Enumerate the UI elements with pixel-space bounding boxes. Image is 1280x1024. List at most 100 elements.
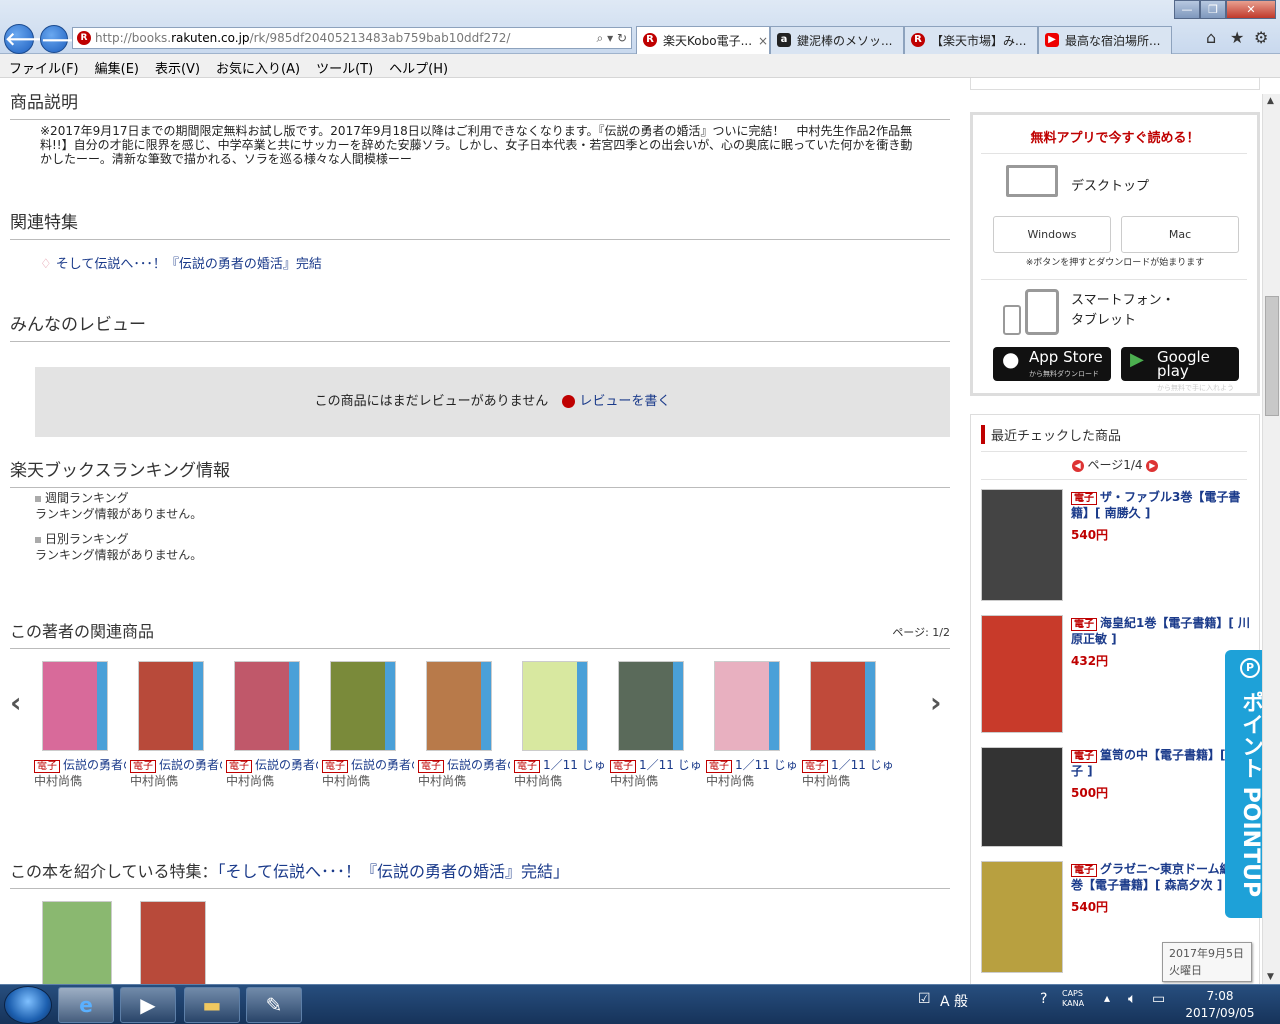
tray-app-icon[interactable]: ☑: [918, 991, 931, 1007]
close-window-button[interactable]: ✕: [1226, 0, 1276, 19]
help-icon[interactable]: ?: [1040, 991, 1047, 1007]
tray-expand-icon[interactable]: ▴: [1104, 991, 1110, 1005]
notepad-taskbar-button[interactable]: ✎: [246, 987, 302, 1023]
book-title-link[interactable]: 伝説の勇者の婚活 2: [351, 758, 414, 772]
address-bar[interactable]: R http://books.rakuten.co.jp/rk/985df204…: [72, 27, 632, 49]
settings-icon[interactable]: ⚙: [1254, 28, 1268, 47]
menu-tools[interactable]: ツール(T): [307, 54, 380, 77]
book-cover[interactable]: [330, 661, 396, 751]
tab-youtube[interactable]: ▶ 最高な宿泊場所...: [1038, 26, 1172, 54]
menu-help[interactable]: ヘルプ(H): [380, 54, 455, 77]
recent-next-icon[interactable]: ▶: [1146, 459, 1159, 472]
explorer-taskbar-button[interactable]: ▬: [184, 987, 240, 1023]
book-author[interactable]: 中村尚儁: [226, 774, 274, 788]
google-play-button[interactable]: ▶ Google play から無料で手に入れよう: [1121, 347, 1239, 392]
ebook-badge: 電子: [130, 760, 156, 773]
tab-rakuten-kobo[interactable]: R 楽天Kobo電子... ×: [636, 26, 770, 54]
book-cover[interactable]: [234, 661, 300, 751]
book-author[interactable]: 中村尚儁: [610, 774, 658, 788]
browser-chrome: 🡐 🡒 R http://books.rakuten.co.jp/rk/985d…: [0, 0, 1280, 54]
menu-edit[interactable]: 編集(E): [86, 54, 146, 77]
ebook-badge: 電子: [34, 760, 60, 773]
book-title-link[interactable]: 1／11 じゅういちぶ…: [639, 758, 702, 772]
ie-taskbar-button[interactable]: e: [58, 987, 114, 1023]
back-button[interactable]: 🡐: [4, 24, 53, 54]
book-card[interactable]: 電子1／11 じゅういちぶ… 中村尚儁: [610, 661, 702, 789]
menu-view[interactable]: 表示(V): [146, 54, 207, 77]
tab-amazon[interactable]: a 鍵泥棒のメソッ...: [770, 26, 904, 54]
book-title-link[interactable]: 伝説の勇者の婚活 4: [63, 758, 126, 772]
home-icon[interactable]: ⌂: [1206, 28, 1216, 47]
recent-prev-icon[interactable]: ◀: [1071, 459, 1084, 472]
forward-button[interactable]: 🡒: [40, 25, 89, 53]
book-author[interactable]: 中村尚儁: [418, 774, 466, 788]
menu-favorites[interactable]: お気に入り(A): [207, 54, 307, 77]
system-clock[interactable]: 7:08 2017/09/05: [1180, 988, 1260, 1022]
book-cover[interactable]: [618, 661, 684, 751]
start-button[interactable]: [4, 986, 52, 1024]
feature-book-cover[interactable]: [140, 901, 206, 984]
tab-close-icon[interactable]: ×: [758, 34, 768, 48]
write-review-link[interactable]: レビューを書く: [579, 394, 670, 409]
book-card[interactable]: 電子伝説の勇者の婚活 1 中村尚儁: [418, 661, 510, 789]
tab-rakuten-ichiba[interactable]: R 【楽天市場】み...: [904, 26, 1038, 54]
feature-books-link[interactable]: 「そして伝説へ･･･！『伝説の勇者の婚活』完結」: [218, 862, 570, 881]
minimize-button[interactable]: —: [1174, 0, 1200, 19]
app-store-button[interactable]: ● App Store から無料ダウンロード: [993, 347, 1111, 381]
book-cover[interactable]: [426, 661, 492, 751]
maximize-button[interactable]: ❐: [1200, 0, 1226, 19]
book-card[interactable]: 電子伝説の勇者の婚活【… 中村尚儁: [130, 661, 222, 789]
book-cover[interactable]: [810, 661, 876, 751]
book-card[interactable]: 電子1／11 じゅういちぶ… 中村尚儁: [514, 661, 606, 789]
feature-book-cover[interactable]: [42, 901, 112, 984]
scroll-up-icon[interactable]: ▲: [1267, 96, 1274, 106]
book-card[interactable]: 電子伝説の勇者の婚活 4 中村尚儁: [34, 661, 126, 789]
book-author[interactable]: 中村尚儁: [34, 774, 82, 788]
recent-item-cover[interactable]: [981, 489, 1063, 601]
media-player-icon: ▶: [140, 993, 156, 1017]
youtube-icon: ▶: [1045, 33, 1059, 47]
book-cover[interactable]: [138, 661, 204, 751]
review-box: この商品にはまだレビューがありません レビューを書く: [35, 367, 950, 437]
kana-label: KANA: [1062, 999, 1085, 1008]
volume-icon[interactable]: 🔈︎: [1128, 991, 1136, 1007]
scroll-down-icon[interactable]: ▼: [1267, 972, 1274, 982]
book-title-link[interactable]: 伝説の勇者の婚活 1: [447, 758, 510, 772]
book-card[interactable]: 電子伝説の勇者の婚活 2 中村尚儁: [322, 661, 414, 789]
refresh-icon[interactable]: ↻: [617, 31, 627, 45]
recent-item-cover[interactable]: [981, 615, 1063, 733]
book-title-link[interactable]: 1／11 じゅういちぶ…: [735, 758, 798, 772]
recent-item-cover[interactable]: [981, 747, 1063, 847]
book-title-link[interactable]: 1／11 じゅういちぶ…: [831, 758, 894, 772]
windows-download-button[interactable]: Windows: [993, 216, 1111, 253]
book-author[interactable]: 中村尚儁: [514, 774, 562, 788]
book-author[interactable]: 中村尚儁: [130, 774, 178, 788]
search-icon[interactable]: ⌕: [597, 31, 604, 45]
menu-file[interactable]: ファイル(F): [0, 54, 86, 77]
mac-download-button[interactable]: Mac: [1121, 216, 1239, 253]
ime-indicator[interactable]: A 般: [940, 991, 968, 1011]
book-cover[interactable]: [522, 661, 588, 751]
vertical-scrollbar[interactable]: ▲ ▼: [1262, 94, 1280, 984]
book-cover[interactable]: [42, 661, 108, 751]
media-player-taskbar-button[interactable]: ▶: [120, 987, 176, 1023]
recent-item-title[interactable]: 海皇紀1巻【電子書籍】[ 川原正敏 ]: [1071, 616, 1250, 646]
book-title-link[interactable]: 伝説の勇者の婚活【…: [159, 758, 222, 772]
related-feature-link[interactable]: そして伝説へ･･･！『伝説の勇者の婚活』完結: [56, 257, 322, 272]
book-card[interactable]: 電子1／11 じゅういちぶ… 中村尚儁: [706, 661, 798, 789]
book-title-link[interactable]: 伝説の勇者の婚活 3: [255, 758, 318, 772]
carousel-prev-button[interactable]: ‹: [10, 686, 22, 719]
book-author[interactable]: 中村尚儁: [802, 774, 850, 788]
favorites-icon[interactable]: ★: [1230, 28, 1244, 47]
book-card[interactable]: 電子1／11 じゅういちぶ… 中村尚儁: [802, 661, 894, 789]
carousel-next-button[interactable]: ›: [930, 686, 942, 719]
network-icon[interactable]: ▭: [1152, 991, 1165, 1007]
no-review-text: この商品にはまだレビューがありません: [314, 394, 549, 409]
book-author[interactable]: 中村尚儁: [706, 774, 754, 788]
book-title-link[interactable]: 1／11 じゅういちぶ…: [543, 758, 606, 772]
book-cover[interactable]: [714, 661, 780, 751]
book-card[interactable]: 電子伝説の勇者の婚活 3 中村尚儁: [226, 661, 318, 789]
scroll-thumb[interactable]: [1265, 296, 1279, 416]
recent-item-cover[interactable]: [981, 861, 1063, 973]
book-author[interactable]: 中村尚儁: [322, 774, 370, 788]
